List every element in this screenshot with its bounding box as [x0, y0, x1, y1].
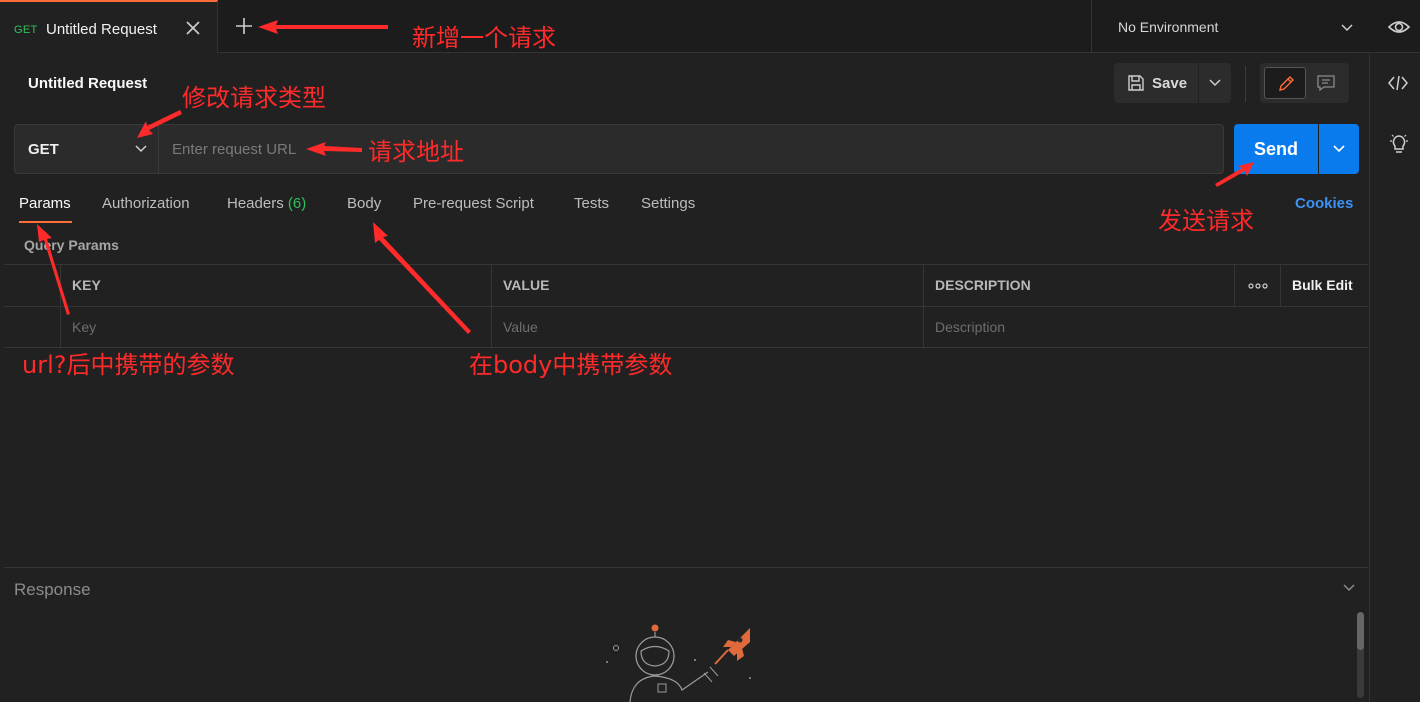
chevron-down-icon — [1209, 79, 1221, 87]
table-header-row: KEY VALUE DESCRIPTION Bulk Edit — [4, 265, 1368, 307]
close-icon[interactable] — [183, 18, 203, 38]
chevron-down-icon[interactable] — [1342, 582, 1356, 594]
save-icon — [1128, 75, 1144, 91]
tab-title: Untitled Request — [46, 21, 157, 38]
active-tab-indicator — [19, 221, 72, 223]
bulk-edit-button[interactable]: Bulk Edit — [1280, 265, 1368, 306]
request-title[interactable]: Untitled Request — [28, 75, 147, 92]
edit-mode-button[interactable] — [1264, 67, 1306, 99]
row-checkbox-cell — [4, 307, 60, 348]
annotation-change-method: 修改请求类型 — [182, 84, 326, 112]
code-icon[interactable] — [1387, 73, 1409, 93]
divider — [1245, 66, 1246, 102]
headers-count: (6) — [287, 195, 307, 212]
column-header-description: DESCRIPTION — [923, 265, 1234, 306]
cookies-link[interactable]: Cookies — [1295, 195, 1353, 212]
tab-settings[interactable]: Settings — [641, 195, 695, 212]
query-params-title: Query Params — [24, 237, 119, 253]
right-sidebar — [1369, 53, 1420, 702]
request-tab[interactable]: GET Untitled Request — [0, 0, 218, 53]
annotation-request-url: 请求地址 — [368, 138, 464, 166]
table-header-checkbox-cell — [4, 265, 60, 306]
description-input[interactable]: Description — [923, 307, 1234, 348]
save-label: Save — [1152, 75, 1188, 92]
ellipsis-icon — [1248, 283, 1268, 289]
environment-label: No Environment — [1118, 19, 1219, 35]
annotation-url-params: url?后中携带的参数 — [22, 351, 235, 379]
chevron-down-icon — [1333, 145, 1345, 153]
tab-headers[interactable]: Headers (6) — [227, 195, 306, 212]
column-header-value: VALUE — [491, 265, 923, 306]
chevron-down-icon — [135, 145, 147, 153]
method-label: GET — [28, 141, 59, 158]
column-header-key: KEY — [60, 265, 491, 306]
response-title: Response — [14, 580, 91, 599]
send-dropdown-button[interactable] — [1319, 124, 1359, 174]
chevron-down-icon — [1341, 24, 1353, 32]
annotation-new-request: 新增一个请求 — [412, 24, 556, 52]
more-options-button[interactable] — [1234, 265, 1280, 306]
scrollbar-thumb[interactable] — [1357, 612, 1364, 650]
mode-toggle-group — [1260, 63, 1349, 103]
lightbulb-icon[interactable] — [1389, 133, 1409, 155]
astronaut-rocket-illustration — [606, 624, 751, 702]
params-table: KEY VALUE DESCRIPTION Bulk Edit Key Valu… — [4, 264, 1368, 348]
value-input[interactable]: Value — [491, 307, 923, 348]
send-button[interactable]: Send — [1234, 124, 1318, 174]
url-input[interactable] — [160, 125, 1220, 173]
table-row: Key Value Description — [4, 307, 1368, 349]
eye-icon[interactable] — [1387, 16, 1411, 38]
tab-prerequest-script[interactable]: Pre-request Script — [413, 195, 534, 212]
environment-selector[interactable]: No Environment — [1091, 0, 1369, 53]
tab-authorization[interactable]: Authorization — [102, 195, 190, 212]
plus-icon[interactable] — [232, 14, 256, 38]
tab-headers-label: Headers — [227, 195, 284, 212]
url-bar: GET — [14, 124, 1224, 174]
tab-method-badge: GET — [14, 24, 38, 36]
annotation-send-request: 发送请求 — [1158, 207, 1254, 235]
annotation-body-params: 在body中携带参数 — [469, 351, 673, 379]
tab-body[interactable]: Body — [347, 195, 381, 212]
pencil-icon — [1279, 76, 1294, 91]
save-dropdown-button[interactable] — [1199, 63, 1231, 103]
save-button[interactable]: Save — [1114, 63, 1198, 103]
key-input[interactable]: Key — [60, 307, 491, 348]
tab-bar: GET Untitled Request No Environment — [0, 0, 1420, 53]
tab-params[interactable]: Params — [19, 195, 71, 212]
tab-tests[interactable]: Tests — [574, 195, 609, 212]
response-divider — [4, 567, 1368, 568]
comment-icon[interactable] — [1316, 74, 1336, 92]
method-selector[interactable]: GET — [15, 125, 159, 173]
